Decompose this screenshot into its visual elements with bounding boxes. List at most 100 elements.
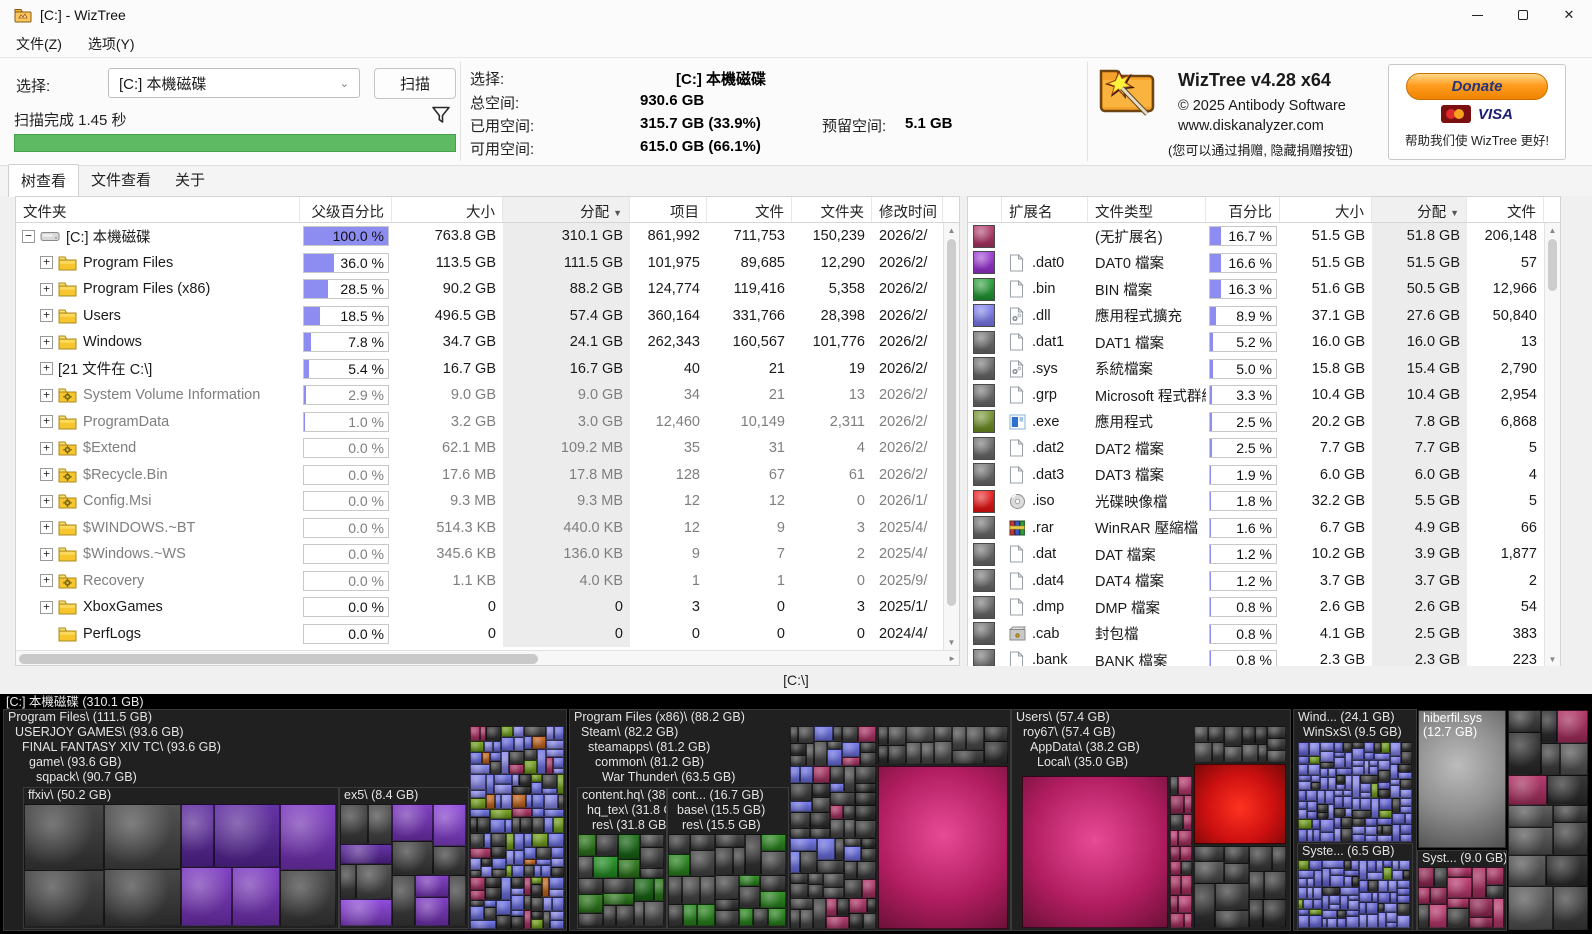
treemap-tile[interactable]: [1309, 756, 1320, 764]
treemap-tile[interactable]: [1249, 846, 1272, 871]
treemap-tile[interactable]: [640, 868, 664, 878]
treemap-tile[interactable]: [826, 916, 849, 929]
treemap-tile[interactable]: [486, 774, 494, 794]
ext-column-header-5[interactable]: 分配▼: [1372, 197, 1467, 222]
scroll-up-icon[interactable]: ▲: [944, 226, 959, 235]
treemap-tile[interactable]: [470, 798, 486, 809]
treemap-tile[interactable]: [878, 726, 888, 745]
treemap-tile[interactable]: [1178, 895, 1192, 913]
treemap-tile[interactable]: [550, 920, 564, 929]
treemap-tile[interactable]: [654, 878, 664, 901]
treemap-tile[interactable]: [1242, 744, 1258, 762]
treemap-tile[interactable]: [1170, 895, 1178, 913]
treemap-tile[interactable]: [546, 757, 553, 774]
treemap-tile[interactable]: [1330, 875, 1344, 887]
treemap-tile[interactable]: [491, 833, 506, 846]
expand-icon[interactable]: +: [40, 336, 53, 349]
treemap-tile[interactable]: [1336, 775, 1345, 784]
treemap-tile[interactable]: [837, 898, 849, 916]
ext-row[interactable]: .rarWinRAR 壓縮檔1.6 %6.7 GB4.9 GB66: [968, 515, 1560, 542]
treemap-tile[interactable]: [1447, 877, 1472, 898]
treemap-tile[interactable]: [830, 766, 844, 783]
tree-row[interactable]: +$Windows.~WS0.0 %345.6 KB136.0 KB972202…: [16, 541, 959, 568]
treemap-tile[interactable]: [470, 764, 490, 774]
treemap-tile[interactable]: [790, 726, 798, 743]
treemap-tile[interactable]: [486, 726, 501, 741]
ext-column-header-2[interactable]: 文件类型: [1088, 197, 1206, 222]
column-header-1[interactable]: 父级百分比: [300, 197, 392, 222]
treemap-tile[interactable]: [1334, 757, 1345, 768]
treemap-tile[interactable]: [812, 783, 830, 797]
tree-row[interactable]: +Windows7.8 %34.7 GB24.1 GB262,343160,56…: [16, 329, 959, 356]
treemap-tile[interactable]: [1322, 868, 1330, 887]
treemap-tile[interactable]: [1181, 861, 1192, 875]
treemap-tile[interactable]: [790, 838, 817, 851]
treemap-block-hiberfil[interactable]: hiberfil.sys (12.7 GB): [1418, 710, 1506, 848]
treemap-tile[interactable]: [1364, 752, 1374, 760]
treemap-tile[interactable]: [1553, 886, 1588, 930]
treemap-tile[interactable]: [1327, 918, 1337, 928]
treemap-tile[interactable]: [808, 884, 823, 898]
treemap-tile[interactable]: [501, 877, 511, 900]
treemap-tile[interactable]: [1311, 775, 1320, 782]
treemap-tile[interactable]: [1374, 742, 1381, 753]
treemap-tile[interactable]: [514, 850, 524, 865]
treemap-tile[interactable]: [934, 741, 952, 764]
treemap-tile[interactable]: [1345, 808, 1352, 817]
treemap-tile[interactable]: [1383, 860, 1392, 867]
treemap-tile[interactable]: [511, 895, 524, 910]
treemap-tile[interactable]: [862, 879, 876, 898]
treemap-tile[interactable]: [1306, 790, 1317, 801]
treemap-tile[interactable]: [1307, 801, 1317, 811]
treemap-tile[interactable]: [812, 797, 830, 812]
treemap-tile[interactable]: [1341, 828, 1352, 842]
treemap-tile[interactable]: [1183, 814, 1192, 830]
treemap-tile[interactable]: [1369, 766, 1378, 775]
treemap-tile[interactable]: [1359, 914, 1367, 928]
ext-column-header-0[interactable]: [968, 197, 1002, 222]
treemap-tile[interactable]: [557, 774, 564, 794]
treemap-tile[interactable]: [1334, 817, 1341, 828]
treemap-tile[interactable]: [1378, 892, 1390, 903]
treemap-tile[interactable]: [867, 898, 876, 913]
scroll-down-icon[interactable]: ▼: [944, 638, 959, 647]
treemap-tile[interactable]: [1215, 883, 1249, 910]
treemap-tile[interactable]: [844, 766, 855, 792]
treemap-tile[interactable]: [511, 916, 524, 929]
treemap-tile[interactable]: [578, 913, 603, 926]
treemap-tile[interactable]: [484, 907, 496, 920]
vscroll-thumb[interactable]: [1548, 239, 1557, 291]
treemap-tile[interactable]: [842, 726, 858, 742]
treemap-tile[interactable]: [1553, 822, 1588, 855]
treemap-tile[interactable]: [1311, 782, 1320, 790]
treemap-tile[interactable]: [1312, 819, 1320, 829]
treemap-tile[interactable]: [1322, 860, 1344, 868]
column-header-5[interactable]: 文件: [707, 197, 792, 222]
treemap-tile[interactable]: [493, 741, 501, 752]
treemap-tile[interactable]: [1337, 910, 1346, 918]
treemap-tile[interactable]: [490, 752, 501, 761]
treemap-tile[interactable]: [1336, 768, 1352, 775]
treemap-region-ffxiv[interactable]: ffxiv\ (50.2 GB): [24, 788, 338, 928]
treemap-tile[interactable]: [1194, 846, 1224, 861]
treemap-tile[interactable]: [1352, 748, 1364, 760]
treemap-tile[interactable]: [1322, 895, 1329, 910]
tree-row[interactable]: +$Recycle.Bin0.0 %17.6 MB17.8 MB12867612…: [16, 462, 959, 489]
treemap-tile[interactable]: [1378, 912, 1386, 928]
treemap-tile[interactable]: [1508, 855, 1546, 886]
treemap-tile[interactable]: [1469, 917, 1493, 928]
treemap-tile[interactable]: [1541, 743, 1560, 775]
treemap-tile[interactable]: [470, 774, 486, 790]
treemap-tile[interactable]: [449, 875, 466, 926]
treemap-tile[interactable]: [1184, 795, 1192, 814]
treemap-tile[interactable]: [543, 897, 552, 911]
treemap-tile[interactable]: [531, 774, 542, 782]
tree-row[interactable]: +Program Files36.0 %113.5 GB111.5 GB101,…: [16, 250, 959, 277]
treemap-tile[interactable]: [690, 850, 715, 876]
treemap-tile[interactable]: [531, 884, 542, 897]
ext-row[interactable]: .dat4DAT4 檔案1.2 %3.7 GB3.7 GB2: [968, 568, 1560, 595]
treemap-tile[interactable]: [494, 774, 512, 784]
treemap-tile[interactable]: [1249, 899, 1263, 928]
treemap-tile[interactable]: [715, 847, 733, 875]
treemap-tile[interactable]: [1224, 746, 1242, 762]
